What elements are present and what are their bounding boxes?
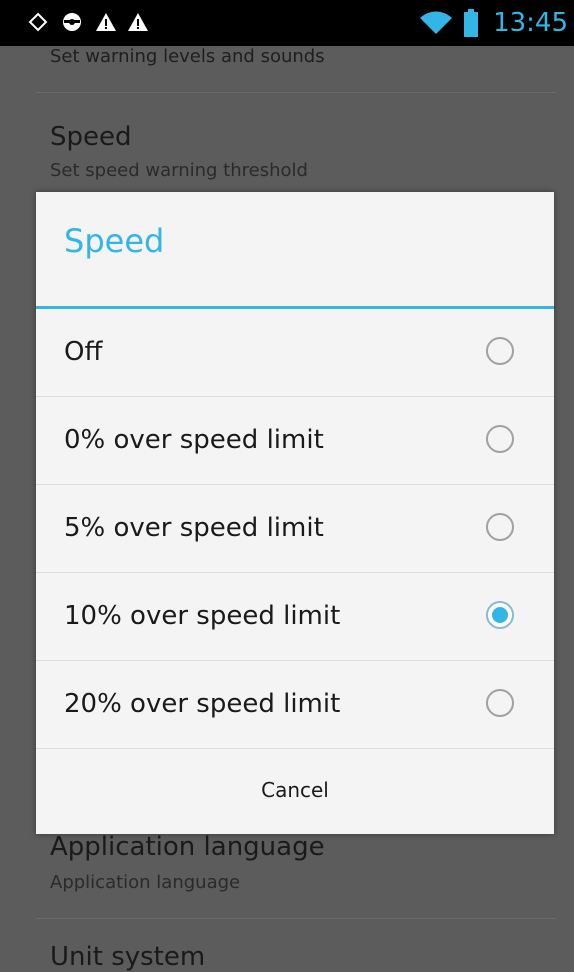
option-5-percent[interactable]: 5% over speed limit bbox=[36, 485, 554, 573]
speed-pref-summary: Set speed warning threshold bbox=[50, 160, 308, 181]
location-icon bbox=[28, 12, 48, 32]
warning-icon bbox=[128, 13, 148, 31]
option-label: 5% over speed limit bbox=[64, 513, 324, 543]
cancel-button[interactable]: Cancel bbox=[36, 747, 554, 834]
option-10-percent[interactable]: 10% over speed limit bbox=[36, 573, 554, 661]
option-20-percent[interactable]: 20% over speed limit bbox=[36, 661, 554, 749]
option-label: Off bbox=[64, 337, 103, 367]
warning-icon bbox=[96, 13, 116, 31]
dialog-title: Speed bbox=[64, 222, 165, 260]
option-label: 10% over speed limit bbox=[64, 601, 341, 631]
option-label: 20% over speed limit bbox=[64, 689, 341, 719]
option-list: Off 0% over speed limit 5% over speed li… bbox=[36, 309, 554, 749]
radio-button[interactable] bbox=[486, 337, 514, 365]
radio-button-selected[interactable] bbox=[486, 601, 514, 629]
status-bar: 13:45 bbox=[0, 0, 574, 46]
divider bbox=[36, 92, 556, 93]
warnings-summary: Set warning levels and sounds bbox=[50, 46, 325, 67]
option-0-percent[interactable]: 0% over speed limit bbox=[36, 397, 554, 485]
radio-button[interactable] bbox=[486, 513, 514, 541]
clock: 13:45 bbox=[493, 8, 568, 38]
option-label: 0% over speed limit bbox=[64, 425, 324, 455]
divider bbox=[36, 918, 556, 919]
speed-pref-title[interactable]: Speed bbox=[50, 122, 132, 152]
language-pref-title[interactable]: Application language bbox=[50, 832, 325, 862]
radio-button[interactable] bbox=[486, 425, 514, 453]
steering-wheel-icon bbox=[63, 13, 81, 31]
option-off[interactable]: Off bbox=[36, 309, 554, 397]
wifi-icon bbox=[420, 11, 453, 34]
battery-icon bbox=[464, 9, 479, 37]
radio-button[interactable] bbox=[486, 689, 514, 717]
speed-dialog: Speed Off 0% over speed limit 5% over sp… bbox=[36, 192, 554, 834]
language-pref-summary: Application language bbox=[50, 872, 241, 893]
notification-icons bbox=[28, 12, 148, 32]
